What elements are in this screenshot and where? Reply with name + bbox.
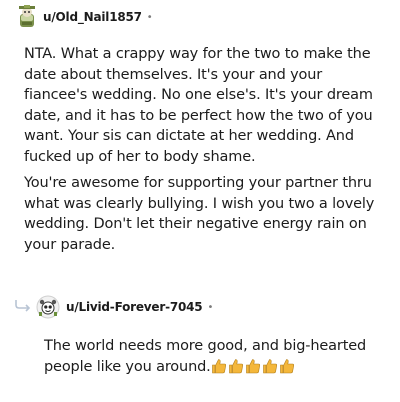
thumbs-up-icon — [228, 358, 243, 373]
reply-username[interactable]: u/Livid-Forever-7045 — [66, 300, 203, 314]
comment-body: NTA. What a crappy way for the two to ma… — [24, 44, 384, 261]
thumbs-up-icon — [245, 358, 260, 373]
user-avatar[interactable] — [17, 5, 37, 29]
comment-paragraph: You're awesome for supporting your partn… — [24, 175, 375, 253]
reply-thread-icon — [15, 300, 31, 312]
thumbs-up-icon — [211, 358, 226, 373]
comment-header: u/Old_Nail1857 • — [17, 4, 153, 30]
snoo-avatar-icon — [19, 5, 35, 27]
reply-user-avatar-icon[interactable] — [36, 295, 60, 319]
reply-text-paragraph: The world needs more good, and big-heart… — [44, 336, 384, 377]
thumbs-up-icon — [262, 358, 277, 373]
thumbs-up-emoji-group — [211, 358, 295, 374]
comment-username[interactable]: u/Old_Nail1857 — [43, 10, 142, 24]
meta-separator: • — [207, 301, 214, 313]
reply-body: The world needs more good, and big-heart… — [44, 336, 384, 377]
meta-separator: • — [146, 11, 153, 23]
comment-paragraph: NTA. What a crappy way for the two to ma… — [24, 46, 373, 165]
reply-header: u/Livid-Forever-7045 • — [14, 293, 213, 321]
reply-text: The world needs more good, and big-heart… — [44, 338, 367, 375]
thumbs-up-icon — [279, 358, 294, 373]
